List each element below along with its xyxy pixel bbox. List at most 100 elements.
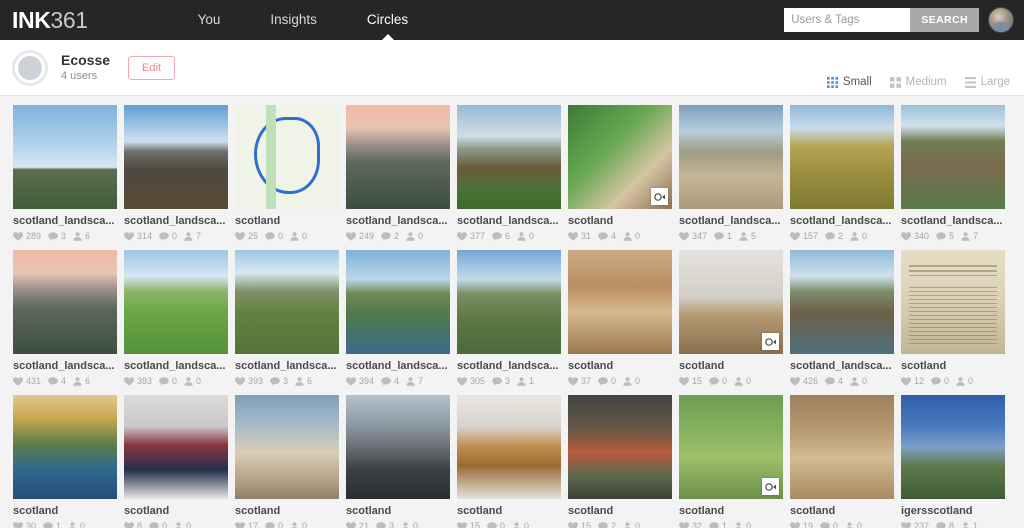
photo-thumbnail[interactable] — [790, 395, 894, 499]
photo-username[interactable]: scotland — [568, 505, 672, 517]
avatar[interactable] — [988, 7, 1014, 33]
photo-tile-21[interactable]: scotland 21 3 0 — [346, 395, 450, 528]
photo-username[interactable]: scotland_landsca... — [124, 215, 228, 227]
likes-stat: 32 — [679, 521, 702, 528]
photo-username[interactable]: scotland — [13, 505, 117, 517]
photo-thumbnail[interactable] — [679, 105, 783, 209]
photo-username[interactable]: scotland — [679, 360, 783, 372]
photo-thumbnail[interactable] — [901, 395, 1005, 499]
site-logo[interactable]: INK361 — [12, 8, 88, 32]
photo-thumbnail[interactable] — [346, 395, 450, 499]
photo-thumbnail[interactable] — [124, 105, 228, 209]
photo-username[interactable]: scotland — [235, 215, 339, 227]
photo-tile-9[interactable]: scotland_landsca... 431 4 6 — [13, 250, 117, 386]
photo-username[interactable]: scotland_landsca... — [13, 215, 117, 227]
photo-username[interactable]: scotland_landsca... — [346, 215, 450, 227]
comments-count: 5 — [949, 231, 955, 241]
photo-username[interactable]: scotland — [901, 360, 1005, 372]
photo-tile-7[interactable]: scotland_landsca... 157 2 0 — [790, 105, 894, 241]
photo-tile-4[interactable]: scotland_landsca... 377 6 0 — [457, 105, 561, 241]
photo-username[interactable]: scotland_landsca... — [457, 215, 561, 227]
photo-thumbnail[interactable] — [568, 250, 672, 354]
photo-thumbnail[interactable] — [679, 250, 783, 354]
photo-tile-6[interactable]: scotland_landsca... 347 1 5 — [679, 105, 783, 241]
photo-tile-0[interactable]: scotland_landsca... 289 3 6 — [13, 105, 117, 241]
photo-username[interactable]: scotland — [124, 505, 228, 517]
photo-username[interactable]: scotland_landsca... — [13, 360, 117, 372]
photo-tile-25[interactable]: scotland 19 0 0 — [790, 395, 894, 528]
heart-icon — [13, 376, 23, 386]
nav-item-you[interactable]: You — [173, 0, 246, 40]
photo-thumbnail[interactable] — [124, 395, 228, 499]
photo-thumbnail[interactable] — [124, 250, 228, 354]
people-stat: 0 — [845, 521, 862, 528]
photo-username[interactable]: scotland — [346, 505, 450, 517]
photo-thumbnail[interactable] — [346, 105, 450, 209]
photo-tile-8[interactable]: scotland_landsca... 340 5 7 — [901, 105, 1005, 241]
photo-username[interactable]: scotland — [457, 505, 561, 517]
photo-username[interactable]: scotland — [568, 360, 672, 372]
photo-username[interactable]: scotland — [679, 505, 783, 517]
photo-thumbnail[interactable] — [901, 250, 1005, 354]
photo-thumbnail[interactable] — [235, 250, 339, 354]
photo-tile-19[interactable]: scotland 8 0 0 — [124, 395, 228, 528]
photo-thumbnail[interactable] — [13, 105, 117, 209]
size-option-small[interactable]: Small — [826, 76, 872, 88]
size-option-medium[interactable]: Medium — [889, 76, 947, 88]
photo-username[interactable]: scotland_landsca... — [790, 360, 894, 372]
edit-circle-button[interactable]: Edit — [128, 55, 176, 80]
photo-tile-14[interactable]: scotland 37 0 0 — [568, 250, 672, 386]
search-input[interactable] — [784, 8, 911, 32]
photo-username[interactable]: scotland — [790, 505, 894, 517]
photo-thumbnail[interactable] — [457, 105, 561, 209]
photo-tile-22[interactable]: scotland 15 0 0 — [457, 395, 561, 528]
photo-thumbnail[interactable] — [901, 105, 1005, 209]
photo-thumbnail[interactable] — [568, 105, 672, 209]
photo-username[interactable]: scotland_landsca... — [790, 215, 894, 227]
photo-thumbnail[interactable] — [457, 250, 561, 354]
photo-tile-10[interactable]: scotland_landsca... 383 0 0 — [124, 250, 228, 386]
photo-thumbnail[interactable] — [235, 105, 339, 209]
nav-item-insights[interactable]: Insights — [245, 0, 342, 40]
photo-thumbnail[interactable] — [679, 395, 783, 499]
photo-username[interactable]: scotland — [568, 215, 672, 227]
photo-thumbnail[interactable] — [346, 250, 450, 354]
photo-username[interactable]: scotland_landsca... — [457, 360, 561, 372]
photo-tile-20[interactable]: scotland 17 0 0 — [235, 395, 339, 528]
photo-tile-3[interactable]: scotland_landsca... 249 2 0 — [346, 105, 450, 241]
photo-thumbnail[interactable] — [457, 395, 561, 499]
photo-tile-23[interactable]: scotland 15 2 0 — [568, 395, 672, 528]
photo-thumbnail[interactable] — [790, 105, 894, 209]
circle-avatar[interactable] — [12, 49, 48, 86]
person-icon — [406, 376, 415, 386]
nav-item-circles[interactable]: Circles — [342, 0, 433, 40]
photo-tile-5[interactable]: scotland 31 4 0 — [568, 105, 672, 241]
photo-username[interactable]: scotland_landsca... — [346, 360, 450, 372]
photo-tile-12[interactable]: scotland_landsca... 394 4 7 — [346, 250, 450, 386]
size-option-large[interactable]: Large — [964, 76, 1010, 88]
photo-tile-1[interactable]: scotland_landsca... 314 0 7 — [124, 105, 228, 241]
photo-tile-17[interactable]: scotland 12 0 0 — [901, 250, 1005, 386]
photo-thumbnail[interactable] — [13, 395, 117, 499]
photo-thumbnail[interactable] — [13, 250, 117, 354]
photo-tile-24[interactable]: scotland 32 1 0 — [679, 395, 783, 528]
photo-thumbnail[interactable] — [790, 250, 894, 354]
photo-tile-13[interactable]: scotland_landsca... 305 3 1 — [457, 250, 561, 386]
photo-thumbnail[interactable] — [568, 395, 672, 499]
search-button[interactable]: SEARCH — [910, 8, 979, 32]
photo-tile-18[interactable]: scotland 30 1 0 — [13, 395, 117, 528]
photo-thumbnail[interactable] — [235, 395, 339, 499]
photo-username[interactable]: scotland_landsca... — [679, 215, 783, 227]
photo-tile-11[interactable]: scotland_landsca... 393 3 6 — [235, 250, 339, 386]
photo-username[interactable]: scotland_landsca... — [901, 215, 1005, 227]
heart-icon — [346, 521, 356, 528]
photo-tile-26[interactable]: igersscotland 237 8 1 — [901, 395, 1005, 528]
photo-username[interactable]: scotland_landsca... — [124, 360, 228, 372]
photo-tile-15[interactable]: scotland 15 0 0 — [679, 250, 783, 386]
photo-username[interactable]: scotland — [235, 505, 339, 517]
likes-stat: 15 — [568, 521, 591, 528]
photo-username[interactable]: igersscotland — [901, 505, 1005, 517]
photo-tile-16[interactable]: scotland_landsca... 426 4 0 — [790, 250, 894, 386]
photo-tile-2[interactable]: scotland 25 0 0 — [235, 105, 339, 241]
photo-username[interactable]: scotland_landsca... — [235, 360, 339, 372]
